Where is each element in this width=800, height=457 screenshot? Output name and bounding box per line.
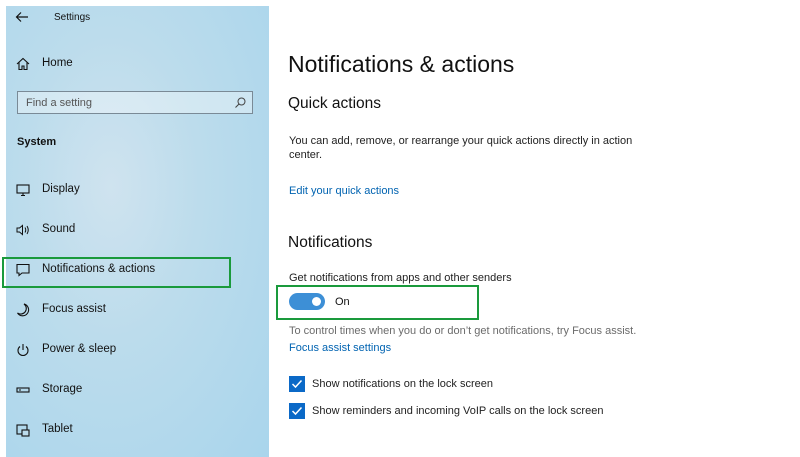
power-icon bbox=[17, 344, 29, 357]
tablet-icon bbox=[16, 424, 30, 437]
sidebar-item-sound[interactable]: Sound bbox=[6, 213, 269, 249]
back-button[interactable] bbox=[15, 10, 35, 28]
moon-icon bbox=[17, 303, 30, 317]
sidebar: Settings Home Find a setting System Disp… bbox=[6, 6, 269, 457]
sidebar-item-label: Power & sleep bbox=[42, 343, 117, 355]
sidebar-item-label: Storage bbox=[42, 383, 83, 395]
sidebar-item-storage[interactable]: Storage bbox=[6, 373, 269, 409]
sidebar-item-tablet[interactable]: Tablet bbox=[6, 413, 269, 449]
checkbox-label: Show notifications on the lock screen bbox=[312, 378, 493, 390]
sidebar-item-label: Sound bbox=[42, 223, 76, 235]
quick-actions-heading: Quick actions bbox=[288, 95, 382, 112]
checkbox-label: Show reminders and incoming VoIP calls o… bbox=[312, 405, 604, 417]
edit-quick-actions-link[interactable]: Edit your quick actions bbox=[289, 185, 399, 197]
highlight-box bbox=[276, 285, 479, 320]
checkmark-icon bbox=[291, 406, 303, 416]
highlight-box bbox=[2, 257, 231, 288]
voip-reminders-checkbox[interactable] bbox=[289, 403, 305, 419]
get-notifications-label: Get notifications from apps and other se… bbox=[289, 272, 512, 284]
home-icon bbox=[16, 57, 30, 71]
sidebar-item-label: Focus assist bbox=[42, 303, 106, 315]
sidebar-item-display[interactable]: Display bbox=[6, 173, 269, 209]
sidebar-item-focus-assist[interactable]: Focus assist bbox=[6, 293, 269, 329]
app-title: Settings bbox=[54, 12, 91, 23]
search-input[interactable]: Find a setting bbox=[17, 91, 253, 114]
search-icon bbox=[235, 97, 246, 108]
monitor-icon bbox=[16, 184, 30, 197]
sidebar-item-label: Home bbox=[42, 57, 73, 69]
focus-assist-hint: To control times when you do or don’t ge… bbox=[289, 325, 637, 337]
checkmark-icon bbox=[291, 379, 303, 389]
speaker-icon bbox=[16, 224, 29, 236]
notifications-heading: Notifications bbox=[288, 234, 373, 251]
sidebar-item-label: Tablet bbox=[42, 423, 73, 435]
back-arrow-icon bbox=[15, 12, 28, 22]
focus-assist-settings-link[interactable]: Focus assist settings bbox=[289, 342, 391, 354]
description-line: You can add, remove, or rearrange your q… bbox=[289, 135, 633, 147]
sidebar-item-power-sleep[interactable]: Power & sleep bbox=[6, 333, 269, 369]
page-title: Notifications & actions bbox=[288, 51, 515, 77]
sidebar-item-home[interactable]: Home bbox=[6, 47, 269, 83]
lock-screen-notifications-checkbox[interactable] bbox=[289, 376, 305, 392]
description-line: center. bbox=[289, 149, 323, 161]
storage-icon bbox=[16, 387, 30, 393]
title-bar: Settings bbox=[6, 6, 269, 32]
section-heading: System bbox=[17, 136, 57, 148]
quick-actions-description: You can add, remove, or rearrange your q… bbox=[289, 134, 632, 162]
search-placeholder: Find a setting bbox=[26, 97, 93, 109]
sidebar-item-label: Display bbox=[42, 183, 80, 195]
